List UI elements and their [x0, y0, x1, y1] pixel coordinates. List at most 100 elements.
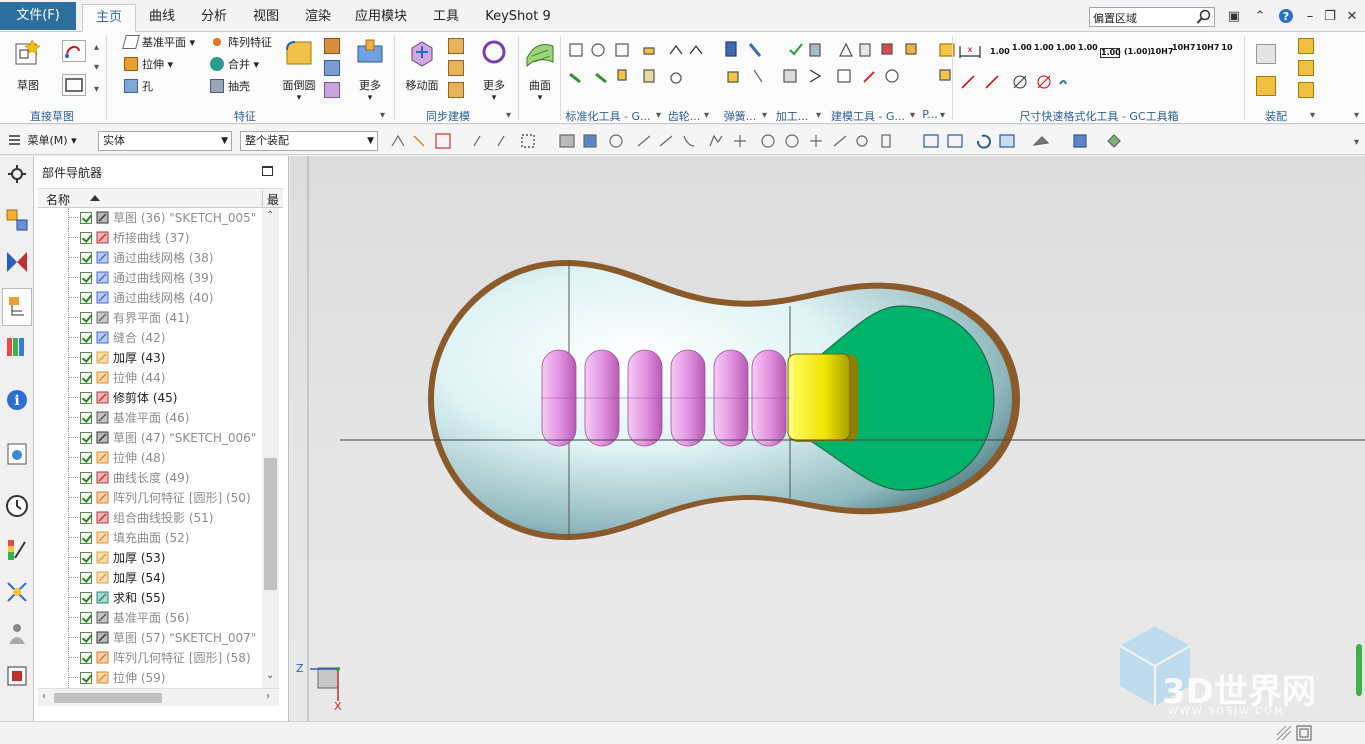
- tree-row[interactable]: 组合曲线投影 (51): [38, 508, 264, 528]
- dim-6[interactable]: 1.00: [1100, 48, 1121, 58]
- scroll-left-icon[interactable]: ‹: [42, 691, 46, 702]
- tree-row[interactable]: 阵列几何特征 [圆形] (58): [38, 648, 264, 668]
- surface-button[interactable]: 曲面 ▾: [522, 36, 558, 103]
- tree-row[interactable]: 填充曲面 (52): [38, 528, 264, 548]
- chamfer-icon[interactable]: [324, 38, 340, 54]
- gear-expand-icon[interactable]: ▾: [704, 110, 709, 121]
- datum-plane-button[interactable]: 基准平面 ▾: [122, 34, 195, 52]
- mirror-icon[interactable]: [324, 82, 340, 98]
- settings-gear-icon[interactable]: [5, 162, 29, 186]
- web-browser-icon[interactable]: [5, 442, 29, 466]
- add-component-icon[interactable]: [1298, 38, 1314, 54]
- tree-row[interactable]: 修剪体 (45): [38, 388, 264, 408]
- minimize-icon[interactable]: –: [1301, 8, 1319, 26]
- assembly-navigator-icon[interactable]: [5, 208, 29, 232]
- close-icon[interactable]: ✕: [1343, 8, 1361, 26]
- visibility-checkbox[interactable]: [80, 252, 92, 264]
- visibility-checkbox[interactable]: [80, 552, 92, 564]
- dim-4[interactable]: 1.00: [1056, 44, 1076, 52]
- scroll-down-icon[interactable]: ⌄: [266, 670, 274, 681]
- visibility-checkbox[interactable]: [80, 352, 92, 364]
- p-group-expand-icon[interactable]: ▾: [940, 110, 945, 121]
- gallery-down-icon[interactable]: ▾: [94, 62, 99, 73]
- machining-expand-icon[interactable]: ▾: [816, 110, 821, 121]
- assembly-constraints-icon[interactable]: [1256, 76, 1276, 96]
- dim-8[interactable]: 10H7: [1150, 48, 1173, 56]
- dim-1[interactable]: 1.00: [990, 48, 1010, 56]
- visibility-checkbox[interactable]: [80, 312, 92, 324]
- visibility-checkbox[interactable]: [80, 232, 92, 244]
- help-icon[interactable]: ?: [1277, 8, 1295, 26]
- visual-palette-icon[interactable]: [5, 538, 29, 562]
- menu-button[interactable]: 菜单(M) ▾: [8, 132, 77, 148]
- feature-more-button[interactable]: 更多 ▾: [350, 36, 390, 103]
- process-studio-icon[interactable]: [5, 580, 29, 604]
- selection-scope-select[interactable]: 整个装配 ▼: [240, 131, 378, 151]
- snap-toolbar-icons[interactable]: [388, 132, 1148, 150]
- tab-analysis[interactable]: 分析: [192, 4, 236, 32]
- dim-7[interactable]: (1.00): [1124, 48, 1151, 56]
- navigator-vertical-scrollbar[interactable]: ⌃ ⌄: [262, 208, 279, 688]
- hole-button[interactable]: 孔: [124, 78, 153, 96]
- dim-9[interactable]: 10H7: [1172, 44, 1195, 52]
- visibility-checkbox[interactable]: [80, 652, 92, 664]
- restore-icon[interactable]: ❐: [1321, 8, 1339, 26]
- collapse-ribbon-icon[interactable]: ⌃: [1251, 8, 1269, 26]
- tab-view[interactable]: 视图: [244, 4, 288, 32]
- tree-row[interactable]: 基准平面 (46): [38, 408, 264, 428]
- column-name[interactable]: 名称: [46, 191, 70, 208]
- tree-row[interactable]: 基准平面 (56): [38, 608, 264, 628]
- spring-expand-icon[interactable]: ▾: [762, 110, 767, 121]
- gc-toolbox-icons[interactable]: [568, 40, 968, 106]
- dim-2[interactable]: 1.00: [1012, 44, 1032, 52]
- tree-row[interactable]: 曲线长度 (49): [38, 468, 264, 488]
- system-scene-icon[interactable]: [5, 664, 29, 688]
- visibility-checkbox[interactable]: [80, 372, 92, 384]
- dimension-format-icon[interactable]: x: [958, 42, 982, 60]
- arc-curve-icon[interactable]: [62, 40, 86, 62]
- tree-row[interactable]: 缝合 (42): [38, 328, 264, 348]
- reuse-library-icon[interactable]: [5, 334, 29, 358]
- info-icon[interactable]: i: [5, 388, 29, 412]
- tree-row[interactable]: 拉伸 (59): [38, 668, 264, 688]
- command-search-input[interactable]: 偏置区域: [1089, 7, 1215, 27]
- visibility-checkbox[interactable]: [80, 492, 92, 504]
- type-filter-select[interactable]: 实体 ▼: [98, 131, 232, 151]
- tree-row[interactable]: 阵列几何特征 [圆形] (50): [38, 488, 264, 508]
- tree-row[interactable]: 桥接曲线 (37): [38, 228, 264, 248]
- ribbon-options-dropdown-icon[interactable]: ▾: [1354, 110, 1359, 121]
- sketch-button[interactable]: 草图: [8, 36, 48, 93]
- search-icon[interactable]: [1196, 9, 1212, 25]
- dim-5[interactable]: 1.00: [1078, 44, 1098, 52]
- new-component-icon[interactable]: [1298, 60, 1314, 76]
- unite-button[interactable]: 合并 ▾: [210, 56, 259, 74]
- visibility-checkbox[interactable]: [80, 332, 92, 344]
- vertical-scroll-thumb[interactable]: [264, 458, 277, 590]
- horizontal-scroll-thumb[interactable]: [54, 693, 162, 703]
- pattern-feature-button[interactable]: 阵列特征: [210, 34, 272, 52]
- move-face-button[interactable]: 移动面: [402, 36, 442, 93]
- extrude-button[interactable]: 拉伸 ▾: [124, 56, 173, 74]
- visibility-checkbox[interactable]: [80, 592, 92, 604]
- constraint-navigator-icon[interactable]: [5, 250, 29, 274]
- offset-region-icon[interactable]: [448, 60, 464, 76]
- tree-row[interactable]: 求和 (55): [38, 588, 264, 608]
- modeling-tools-expand-icon[interactable]: ▾: [910, 110, 915, 121]
- visibility-checkbox[interactable]: [80, 672, 92, 684]
- dim-11[interactable]: 10: [1220, 44, 1234, 52]
- navigator-horizontal-scrollbar[interactable]: ‹ ›: [38, 688, 279, 706]
- sync-more-button[interactable]: 更多 ▾: [474, 36, 514, 103]
- sync-group-expand-icon[interactable]: ▾: [506, 110, 511, 121]
- feature-group-expand-icon[interactable]: ▾: [380, 110, 385, 121]
- visibility-checkbox[interactable]: [80, 292, 92, 304]
- visibility-checkbox[interactable]: [80, 472, 92, 484]
- tree-row[interactable]: 加厚 (53): [38, 548, 264, 568]
- ribbon-options-icon[interactable]: ▣: [1225, 8, 1243, 26]
- dim-3[interactable]: 1.00: [1034, 44, 1054, 52]
- history-clock-icon[interactable]: [5, 494, 29, 518]
- rectangle-icon[interactable]: [62, 74, 86, 96]
- gallery-up-icon[interactable]: ▴: [94, 42, 99, 53]
- assembly-component-icon[interactable]: [1256, 44, 1276, 64]
- view-scroll-indicator[interactable]: [1356, 644, 1362, 696]
- maximize-navigator-icon[interactable]: [262, 166, 273, 176]
